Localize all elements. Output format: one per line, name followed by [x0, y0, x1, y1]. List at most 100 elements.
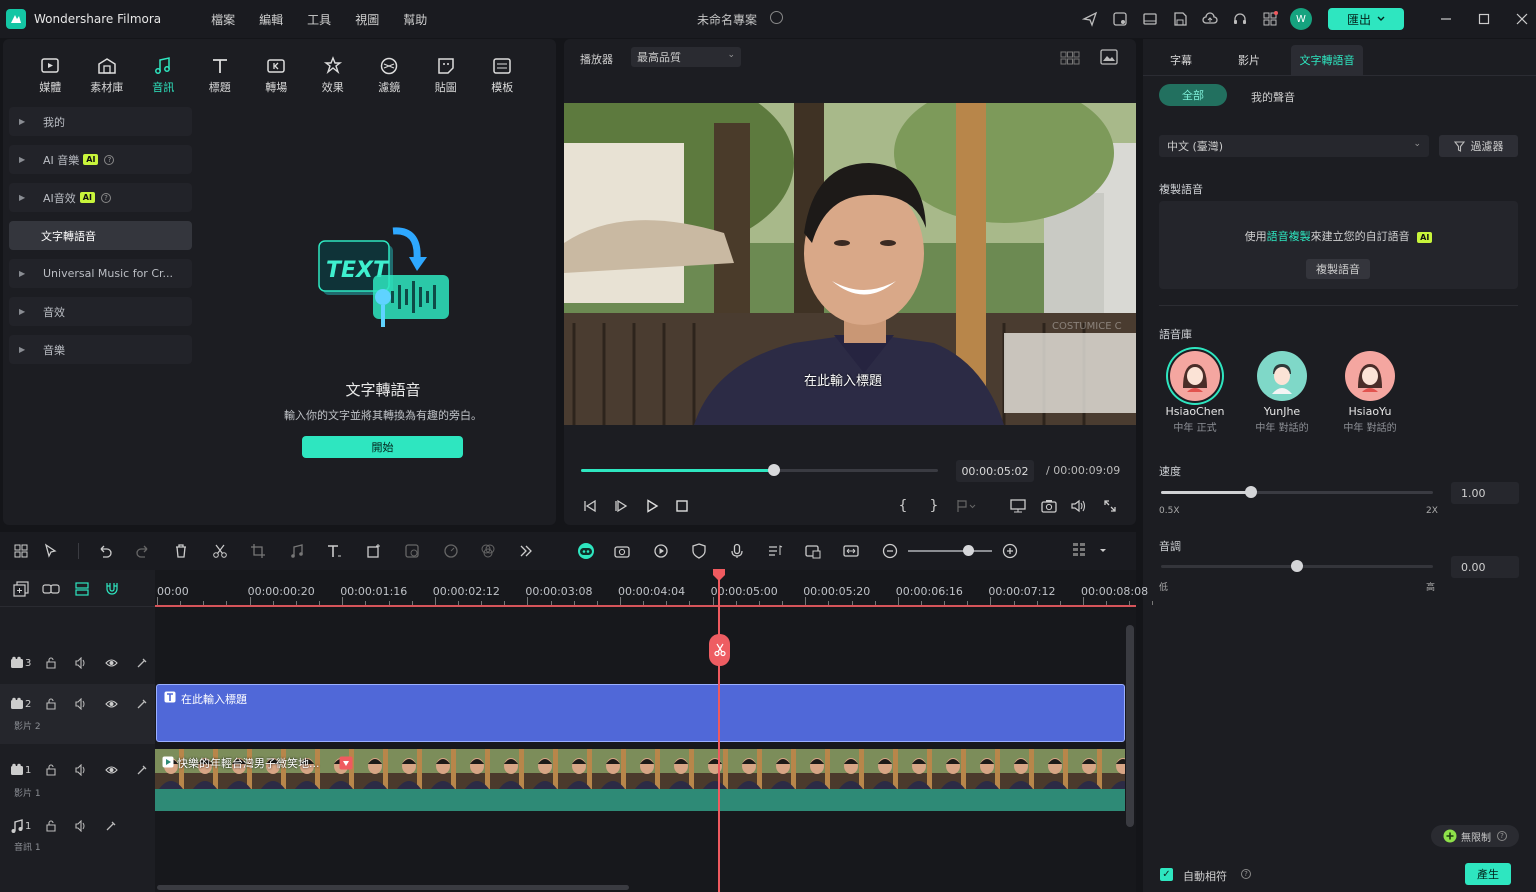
tab-stickers[interactable]: 貼圖: [418, 39, 475, 97]
shield-marker-icon[interactable]: [688, 541, 710, 561]
mark-out-icon[interactable]: }: [924, 496, 944, 516]
timeline-zoom-slider[interactable]: [908, 550, 992, 552]
volume-icon[interactable]: [1069, 496, 1089, 516]
minimize-icon[interactable]: [1436, 9, 1456, 29]
fit-to-screen-icon[interactable]: [840, 541, 862, 561]
shape-square-icon[interactable]: [363, 541, 385, 561]
sidebar-item-text-to-speech[interactable]: 文字轉語音: [9, 221, 192, 250]
clone-voice-button[interactable]: 複製語音: [1306, 259, 1370, 279]
lock-track-icon[interactable]: [45, 820, 57, 832]
timeline-zoom-handle[interactable]: [963, 545, 974, 556]
voice-card-hsiaochen[interactable]: HsiaoChen 中年 正式: [1155, 351, 1235, 434]
lock-track-icon[interactable]: [45, 657, 57, 669]
visibility-eye-icon[interactable]: [105, 698, 119, 710]
apps-grid-icon[interactable]: [1255, 9, 1285, 29]
video-preview[interactable]: 在此輸入標題 COSTUMICE C: [564, 103, 1136, 425]
start-button[interactable]: 開始: [302, 436, 463, 458]
playhead[interactable]: [718, 570, 720, 892]
current-time[interactable]: 00:00:05:02: [956, 460, 1034, 482]
audio-mixer-icon[interactable]: [764, 541, 786, 561]
unlimited-button[interactable]: 無限制 ?: [1431, 825, 1519, 847]
lock-track-icon[interactable]: [45, 764, 57, 776]
tab-filters[interactable]: 濾鏡: [361, 39, 418, 97]
menu-view[interactable]: 視圖: [343, 11, 391, 28]
template-export-icon[interactable]: [1105, 9, 1135, 29]
export-button[interactable]: 匯出: [1328, 8, 1404, 30]
close-icon[interactable]: [1512, 9, 1532, 29]
voice-card-yunjhe[interactable]: YunJhe 中年 對話的: [1242, 351, 1322, 434]
lock-track-icon[interactable]: [45, 698, 57, 710]
sidebar-item-ai-sfx[interactable]: ▶ AI音效 AI?: [9, 183, 192, 212]
track-layout-icon[interactable]: [1068, 541, 1090, 561]
timeline-ruler[interactable]: 00:00 00:00:00:20 00:00:01:16 00:00:02:12 00…: [155, 570, 1154, 607]
playhead-handle[interactable]: [712, 569, 726, 581]
speed-slider[interactable]: [1161, 486, 1433, 498]
sidebar-item-sound-effects[interactable]: ▶ 音效: [9, 297, 192, 326]
mute-track-icon[interactable]: [75, 820, 87, 832]
mute-track-icon[interactable]: [75, 657, 87, 669]
quality-select[interactable]: 最高品質 ⌄: [631, 47, 741, 67]
picture-in-picture-icon[interactable]: [802, 541, 824, 561]
help-icon[interactable]: ?: [1497, 831, 1507, 841]
sidebar-item-music[interactable]: ▶ 音樂: [9, 335, 192, 364]
menu-edit[interactable]: 編輯: [247, 11, 295, 28]
support-headset-icon[interactable]: [1225, 9, 1255, 29]
playback-progress-bar[interactable]: [581, 464, 938, 476]
tab-templates[interactable]: 模板: [474, 39, 531, 97]
pitch-slider[interactable]: [1161, 560, 1433, 572]
mute-track-icon[interactable]: [75, 764, 87, 776]
color-match-icon[interactable]: [401, 541, 423, 561]
link-clips-icon[interactable]: [40, 579, 62, 599]
voice-clone-link[interactable]: 語音複製: [1267, 230, 1311, 243]
menu-tools[interactable]: 工具: [295, 11, 343, 28]
send-icon[interactable]: [1075, 9, 1105, 29]
layout-icon[interactable]: [1135, 9, 1165, 29]
microphone-icon[interactable]: [726, 541, 748, 561]
filter-all-pill[interactable]: 全部: [1159, 84, 1227, 106]
tab-text-to-speech[interactable]: 文字轉語音: [1291, 45, 1363, 75]
display-monitor-icon[interactable]: [1008, 496, 1028, 516]
timeline-horizontal-scrollbar[interactable]: [157, 885, 629, 890]
marker-flag-icon[interactable]: [956, 496, 976, 516]
tab-titles[interactable]: 標題: [192, 39, 249, 97]
text-tool-icon[interactable]: [324, 541, 346, 561]
video-clip[interactable]: 快樂的年輕台灣男子微笑地...: [155, 749, 1125, 811]
track-settings-icon[interactable]: [136, 698, 148, 710]
tab-stock-library[interactable]: 素材庫: [79, 39, 136, 97]
cloud-upload-icon[interactable]: [1195, 9, 1225, 29]
voice-card-hsiaoyu[interactable]: HsiaoYu 中年 對話的: [1330, 351, 1410, 434]
layout-grid-icon[interactable]: [10, 541, 32, 561]
track-settings-icon[interactable]: [105, 820, 117, 832]
menu-file[interactable]: 檔案: [199, 11, 247, 28]
select-cursor-icon[interactable]: [40, 541, 62, 561]
add-track-icon[interactable]: [10, 579, 32, 599]
snap-magnet-icon[interactable]: [101, 579, 123, 599]
render-preview-icon[interactable]: [650, 541, 672, 561]
tab-audio[interactable]: 音訊: [135, 39, 192, 97]
help-icon[interactable]: ?: [104, 154, 115, 165]
tab-video[interactable]: 影片: [1227, 45, 1271, 75]
generate-button[interactable]: 產生: [1465, 863, 1511, 885]
ai-copilot-icon[interactable]: [574, 541, 598, 561]
zoom-in-icon[interactable]: [999, 541, 1021, 561]
redo-icon[interactable]: [132, 541, 154, 561]
video-caption[interactable]: 在此輸入標題: [804, 370, 882, 389]
pitch-slider-handle[interactable]: [1291, 560, 1303, 572]
help-icon[interactable]: ?: [1241, 869, 1251, 879]
tab-media[interactable]: 媒體: [22, 39, 79, 97]
chevron-down-icon[interactable]: [1092, 541, 1114, 561]
play-icon[interactable]: [642, 496, 662, 516]
timeline-vertical-scrollbar[interactable]: [1126, 625, 1134, 827]
tab-subtitles[interactable]: 字幕: [1159, 45, 1203, 75]
sidebar-item-mine[interactable]: ▶ 我的: [9, 107, 192, 136]
help-icon[interactable]: ?: [100, 192, 111, 203]
sidebar-item-universal-music[interactable]: ▶ Universal Music for Cr...: [9, 259, 192, 288]
delete-trash-icon[interactable]: [170, 541, 192, 561]
save-icon[interactable]: [1165, 9, 1195, 29]
tab-transitions[interactable]: 轉場: [248, 39, 305, 97]
playback-scrubber-handle[interactable]: [767, 464, 780, 476]
stop-icon[interactable]: [672, 496, 692, 516]
visibility-eye-icon[interactable]: [105, 764, 119, 776]
zoom-out-icon[interactable]: [879, 541, 901, 561]
camera-record-icon[interactable]: [612, 541, 634, 561]
